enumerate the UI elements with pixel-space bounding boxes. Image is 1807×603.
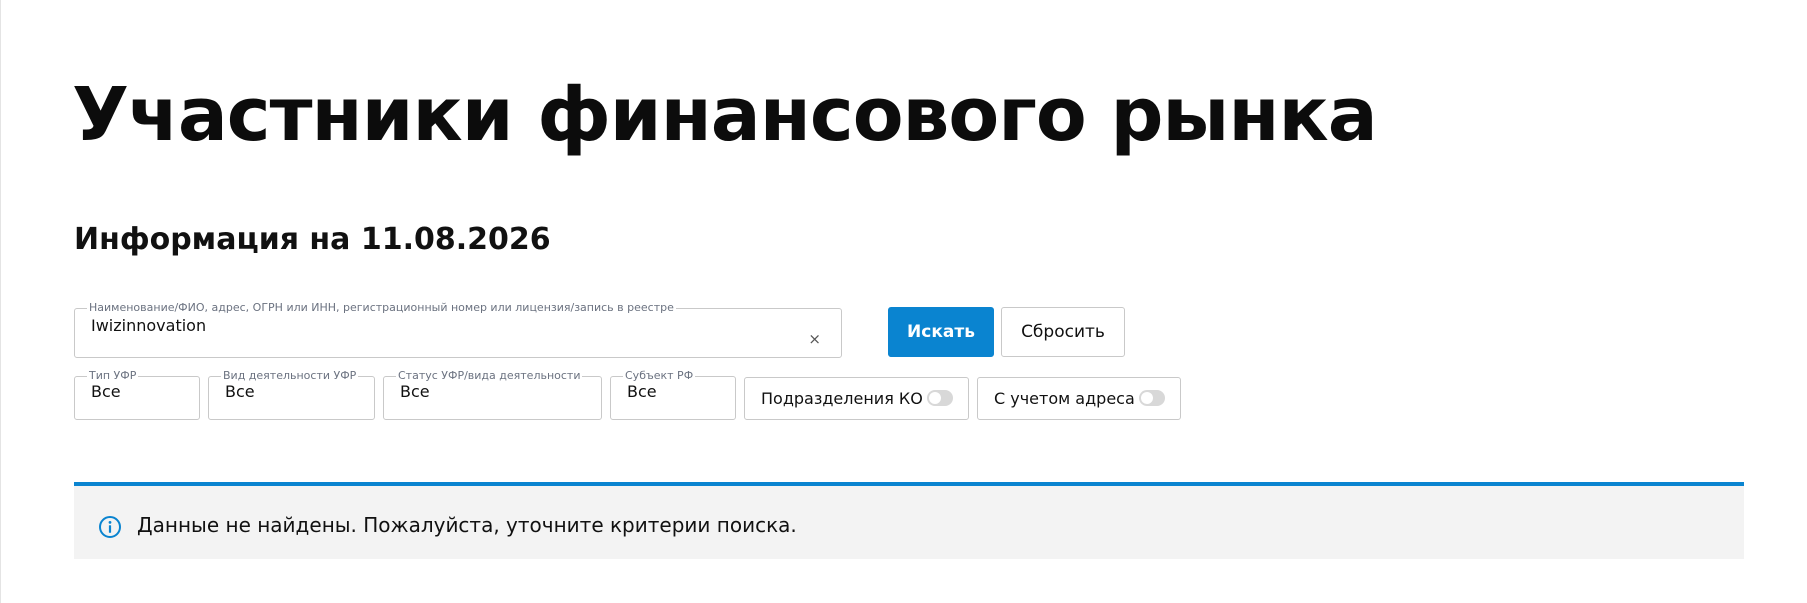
toggle-with-address[interactable]: С учетом адреса [977,377,1181,420]
filter-ufr-type-label: Тип УФР [89,369,137,382]
filter-activity-type[interactable]: Вид деятельности УФР Все [208,369,376,420]
info-icon [99,516,121,538]
filter-activity-type-value: Все [225,382,255,401]
notice-text: Данные не найдены. Пожалуйста, уточните … [137,513,797,537]
reset-button[interactable]: Сбросить [1001,307,1125,357]
search-input[interactable] [91,316,791,336]
page-title: Участники финансового рынка [72,72,1378,158]
left-divider [0,0,1,603]
info-date-heading: Информация на 11.08.2026 [74,222,551,257]
search-field: Наименование/ФИО, адрес, ОГРН или ИНН, р… [74,302,842,358]
toggle-switch[interactable] [927,390,953,406]
toggle-with-address-label: С учетом адреса [994,389,1135,408]
filter-region-label: Субъект РФ [625,369,694,382]
toggle-knob [1141,392,1153,404]
toggle-knob [929,392,941,404]
filter-status-value: Все [400,382,430,401]
toggle-switch[interactable] [1139,390,1165,406]
filter-region[interactable]: Субъект РФ Все [610,370,736,420]
toggle-ko-divisions-label: Подразделения КО [761,389,923,408]
filter-ufr-type-value: Все [91,382,121,401]
toggle-ko-divisions[interactable]: Подразделения КО [744,377,969,420]
clear-icon[interactable]: × [808,331,821,347]
search-button[interactable]: Искать [888,307,994,357]
no-results-notice: Данные не найдены. Пожалуйста, уточните … [74,482,1744,559]
page: Участники финансового рынка Информация н… [0,0,1807,603]
filter-activity-type-label: Вид деятельности УФР [223,369,357,382]
filter-status-label: Статус УФР/вида деятельности [398,369,581,382]
filter-status[interactable]: Статус УФР/вида деятельности Все [383,370,602,420]
search-field-label: Наименование/ФИО, адрес, ОГРН или ИНН, р… [89,301,674,314]
filter-ufr-type[interactable]: Тип УФР Все [74,370,200,420]
filter-region-value: Все [627,382,657,401]
